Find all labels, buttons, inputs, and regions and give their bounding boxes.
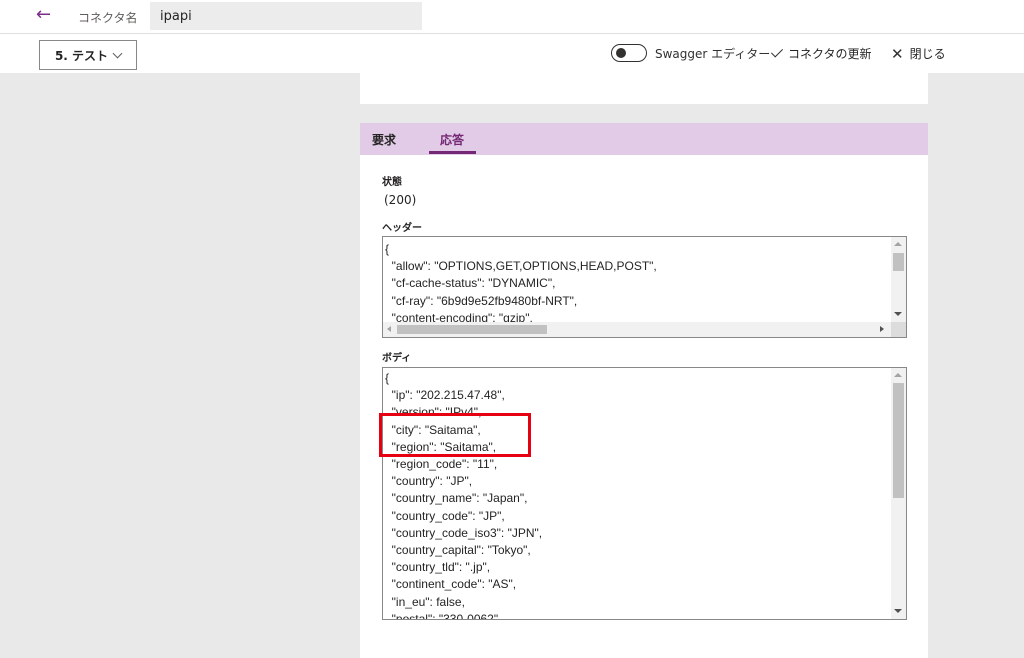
status-label: 状態	[382, 177, 402, 188]
tab-response[interactable]: 応答	[440, 131, 464, 148]
scroll-thumb[interactable]	[893, 383, 904, 498]
code-line: {	[385, 242, 390, 256]
scroll-down-icon[interactable]	[894, 312, 902, 316]
code-line: "country_capital": "Tokyo",	[385, 543, 531, 558]
close-icon: ✕	[891, 44, 904, 63]
headers-label: ヘッダー	[382, 223, 422, 234]
code-line: "country_name": "Japan",	[385, 491, 528, 506]
annotation-highlight-box	[379, 413, 531, 457]
update-connector-button[interactable]: コネクタの更新	[770, 45, 872, 62]
close-button[interactable]: ✕ 閉じる	[891, 45, 946, 62]
toggle-knob	[616, 48, 626, 58]
code-line: "allow": "OPTIONS,GET,OPTIONS,HEAD,POST"…	[385, 259, 657, 274]
code-line: "cf-cache-status": "DYNAMIC",	[385, 276, 556, 291]
code-line: {	[385, 371, 390, 385]
toolbar: 5. テスト Swagger エディター コネクタの更新 ✕ 閉じる	[0, 33, 1024, 76]
scroll-corner	[891, 322, 906, 337]
close-label: 閉じる	[909, 47, 946, 61]
response-card: 要求 応答 状態 (200) ヘッダー { "allow": "OPTIONS,…	[360, 123, 928, 658]
code-line: "continent_code": "AS",	[385, 577, 517, 592]
code-line: "ip": "202.215.47.48",	[385, 388, 505, 403]
tab-request[interactable]: 要求	[372, 131, 396, 148]
status-value: (200)	[384, 193, 417, 207]
code-line: "region_code": "11",	[385, 457, 498, 472]
code-line: "cf-ray": "6b9d9e52fb9480bf-NRT",	[385, 293, 578, 308]
chevron-down-icon	[112, 48, 123, 58]
step-dropdown-label: 5. テスト	[54, 48, 109, 63]
body-vertical-scrollbar[interactable]	[891, 368, 906, 619]
scroll-right-icon[interactable]	[880, 326, 884, 332]
connector-name-input[interactable]	[150, 2, 422, 30]
scroll-left-icon[interactable]	[387, 326, 391, 332]
code-line: "in_eu": false,	[385, 594, 465, 609]
swagger-editor-label: Swagger エディター	[655, 46, 771, 61]
scroll-thumb[interactable]	[397, 325, 547, 334]
scroll-up-icon[interactable]	[894, 242, 902, 246]
body-label: ボディ	[382, 353, 412, 364]
update-connector-label: コネクタの更新	[788, 47, 872, 61]
back-arrow-icon[interactable]: ←	[36, 4, 56, 26]
swagger-editor-toggle[interactable]: Swagger エディター	[611, 44, 770, 62]
connector-name-label: コネクタ名	[78, 11, 138, 25]
tab-bar: 要求 応答	[360, 123, 928, 155]
body-textbox[interactable]: { "ip": "202.215.47.48", "version": "IPv…	[382, 367, 907, 620]
tab-selected-indicator	[429, 151, 476, 154]
headers-textbox[interactable]: { "allow": "OPTIONS,GET,OPTIONS,HEAD,POS…	[382, 236, 907, 338]
code-line: "country": "JP",	[385, 474, 473, 489]
previous-card	[360, 73, 928, 104]
code-line: "country_tld": ".jp",	[385, 560, 491, 575]
scroll-down-icon[interactable]	[894, 609, 902, 613]
code-line: "country_code_iso3": "JPN",	[385, 525, 543, 540]
headers-content: { "allow": "OPTIONS,GET,OPTIONS,HEAD,POS…	[385, 241, 657, 327]
toggle-switch[interactable]	[611, 44, 647, 62]
step-dropdown[interactable]: 5. テスト	[39, 40, 137, 70]
headers-vertical-scrollbar[interactable]	[891, 237, 906, 323]
scroll-thumb[interactable]	[893, 253, 904, 271]
headers-horizontal-scrollbar[interactable]	[383, 322, 892, 337]
scroll-up-icon[interactable]	[894, 373, 902, 377]
check-icon	[770, 45, 784, 58]
top-bar: ← コネクタ名	[0, 0, 1024, 33]
body-content: { "ip": "202.215.47.48", "version": "IPv…	[385, 370, 543, 620]
code-line: "country_code": "JP",	[385, 508, 505, 523]
code-line: "postal": "330-0062",	[385, 611, 502, 620]
